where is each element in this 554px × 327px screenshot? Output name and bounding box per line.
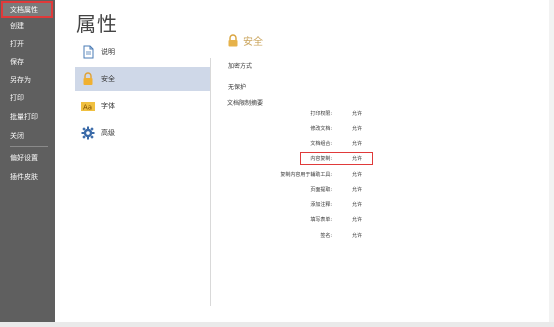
sidebar-item-preferences[interactable]: 偏好设置 [0, 150, 55, 166]
page-title: 属性 [76, 12, 118, 36]
vertical-scrollbar[interactable] [549, 0, 554, 322]
encryption-value: 无保护 [228, 84, 247, 91]
permission-value: 允许 [352, 187, 363, 193]
nav-label-advanced: 高级 [101, 129, 115, 137]
sidebar-item-save[interactable]: 保存 [0, 54, 55, 70]
permission-value: 允许 [352, 217, 363, 223]
permission-name: 修改文档: [310, 126, 332, 132]
sidebar-item-document-properties[interactable]: 文档属性 [1, 1, 53, 18]
nav-item-description[interactable]: 说明 [75, 40, 210, 64]
sidebar-item-skins[interactable]: 插件皮肤 [0, 169, 55, 185]
nav-label-description: 说明 [101, 48, 115, 56]
permission-value: 允许 [352, 202, 363, 208]
sidebar-item-create[interactable]: 创建 [0, 18, 55, 34]
permission-name: 签名: [320, 233, 332, 239]
security-title-text: 安全 [243, 37, 263, 48]
horizontal-scrollbar[interactable] [0, 322, 554, 327]
permission-value: 允许 [352, 141, 363, 147]
sidebar-divider [10, 146, 48, 147]
sidebar: 文档属性 创建 打开 保存 另存为 打印 批量打印 关闭 偏好设置 插件皮肤 [0, 0, 55, 327]
permission-name: 添加注释: [310, 202, 332, 208]
nav-label-fonts: 字体 [101, 102, 115, 110]
lock-icon [81, 72, 95, 86]
encryption-label: 加密方式 [228, 63, 253, 70]
permission-value: 允许 [352, 126, 363, 132]
permission-name: 打印权限: [310, 111, 332, 117]
permission-value: 允许 [352, 156, 363, 162]
nav-label-security: 安全 [101, 75, 115, 83]
sidebar-item-batch-print[interactable]: 批量打印 [0, 109, 55, 125]
permission-name: 复制内容用于辅助工具: [280, 172, 332, 178]
vertical-divider [210, 58, 211, 306]
nav-item-fonts[interactable]: Aa 字体 [75, 94, 210, 118]
sidebar-item-save-as[interactable]: 另存为 [0, 72, 55, 88]
nav-item-security[interactable]: 安全 [75, 67, 210, 91]
font-icon: Aa [81, 99, 95, 113]
permission-value: 允许 [352, 233, 363, 239]
gear-icon [81, 126, 95, 140]
permission-name: 文档组合: [310, 141, 332, 147]
properties-panel: 属性 说明 安全 Aa 字体 高级 安全 加密方式 无保护 文档限制摘要 打印权… [55, 0, 554, 322]
restriction-summary-label: 文档限制摘要 [227, 100, 264, 107]
lock-icon [227, 34, 239, 47]
sidebar-item-open[interactable]: 打开 [0, 36, 55, 52]
permission-name: 内容复制: [310, 156, 332, 162]
sidebar-item-print[interactable]: 打印 [0, 90, 55, 106]
sidebar-item-close[interactable]: 关闭 [0, 128, 55, 144]
nav-item-advanced[interactable]: 高级 [75, 121, 210, 145]
permission-name: 页面提取: [310, 187, 332, 193]
permission-name: 填写表单: [310, 217, 332, 223]
document-icon [81, 45, 95, 59]
permission-value: 允许 [352, 111, 363, 117]
permission-value: 允许 [352, 172, 363, 178]
security-section-title: 安全 [227, 33, 263, 48]
svg-text:Aa: Aa [83, 104, 92, 112]
